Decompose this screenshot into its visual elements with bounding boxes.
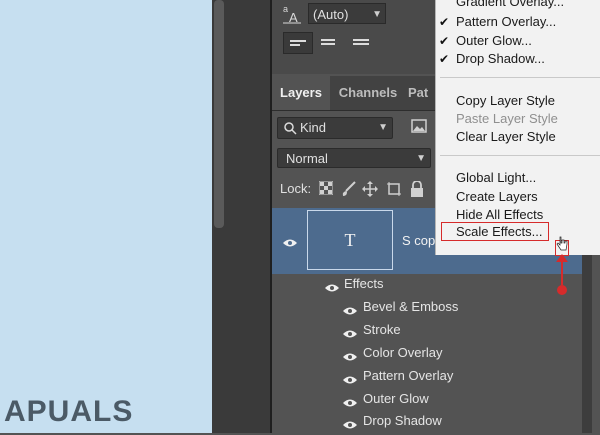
menu-separator [440,155,600,156]
chevron-down-icon: ▼ [372,9,382,20]
layer-thumbnail: T [307,210,393,270]
filter-kind-label: Kind [300,120,327,135]
menu-separator [440,77,600,78]
effect-item[interactable]: Outer Glow [363,391,429,406]
effect-item[interactable]: Drop Shadow [363,413,442,428]
tab-channels[interactable]: Channels [332,76,404,110]
menu-item[interactable]: Copy Layer Style [456,93,555,108]
highlight-box [441,222,549,241]
anti-alias-select[interactable]: (Auto) ▼ [308,3,386,24]
effect-item[interactable]: Bevel & Emboss [363,299,458,314]
blend-mode-select[interactable]: Normal ▼ [277,148,431,168]
menu-item[interactable]: Drop Shadow... [456,51,545,66]
tab-layers[interactable]: Layers [272,76,330,110]
svg-text:a: a [283,4,288,14]
hand-cursor-icon [556,236,568,252]
menu-item[interactable]: Global Light... [456,170,536,185]
menu-item[interactable]: Create Layers [456,189,538,204]
menu-item[interactable]: Outer Glow... [456,33,532,48]
chevron-down-icon: ▼ [416,153,426,164]
eye-icon[interactable] [325,280,339,292]
brush-icon[interactable] [341,181,357,197]
effect-item[interactable]: Stroke [363,322,401,337]
filter-kind-select[interactable]: Kind ▼ [277,117,393,139]
document-canvas[interactable] [0,0,212,433]
eye-icon[interactable] [343,326,357,338]
image-filter-icon[interactable] [411,118,427,134]
tab-paths[interactable]: Pat [408,76,438,110]
align-right-button[interactable] [347,32,375,52]
chevron-down-icon: ▼ [378,122,388,133]
menu-item[interactable]: Clear Layer Style [456,129,556,144]
effect-item[interactable]: Color Overlay [363,345,442,360]
align-left-button[interactable] [283,32,313,54]
align-center-button[interactable] [315,32,343,52]
eye-icon[interactable] [343,303,357,315]
check-icon: ✔ [439,34,450,48]
lock-transparent-pixels-icon[interactable] [318,180,334,197]
menu-item[interactable]: Gradient Overlay... [456,0,564,9]
effect-item[interactable]: Pattern Overlay [363,368,453,383]
gutter-scrollbar[interactable] [214,0,224,228]
lock-icon[interactable] [409,180,425,197]
check-icon: ✔ [439,52,450,66]
arrow-up-icon [556,254,568,262]
search-icon [283,118,297,144]
menu-item[interactable]: Hide All Effects [456,207,543,222]
anti-alias-icon: a A [283,3,301,25]
eye-icon[interactable] [343,417,357,429]
annotation-dot [557,285,567,295]
move-icon[interactable] [362,181,378,197]
menu-item[interactable]: Pattern Overlay... [456,14,556,29]
watermark-text: APUALS [4,395,134,428]
text-layer-icon: T [344,230,356,250]
blend-mode-value: Normal [286,151,328,166]
eye-icon[interactable] [343,349,357,361]
eye-icon[interactable] [343,372,357,384]
watermark-logo: APUALS [4,395,133,429]
eye-icon[interactable] [283,235,297,247]
menu-item: Paste Layer Style [456,111,558,126]
check-icon: ✔ [439,15,450,29]
anti-alias-value: (Auto) [313,7,349,22]
eye-icon[interactable] [343,395,357,407]
effects-header[interactable]: Effects [344,276,384,291]
lock-label: Lock: [280,181,312,196]
artboard-icon[interactable] [386,181,402,197]
